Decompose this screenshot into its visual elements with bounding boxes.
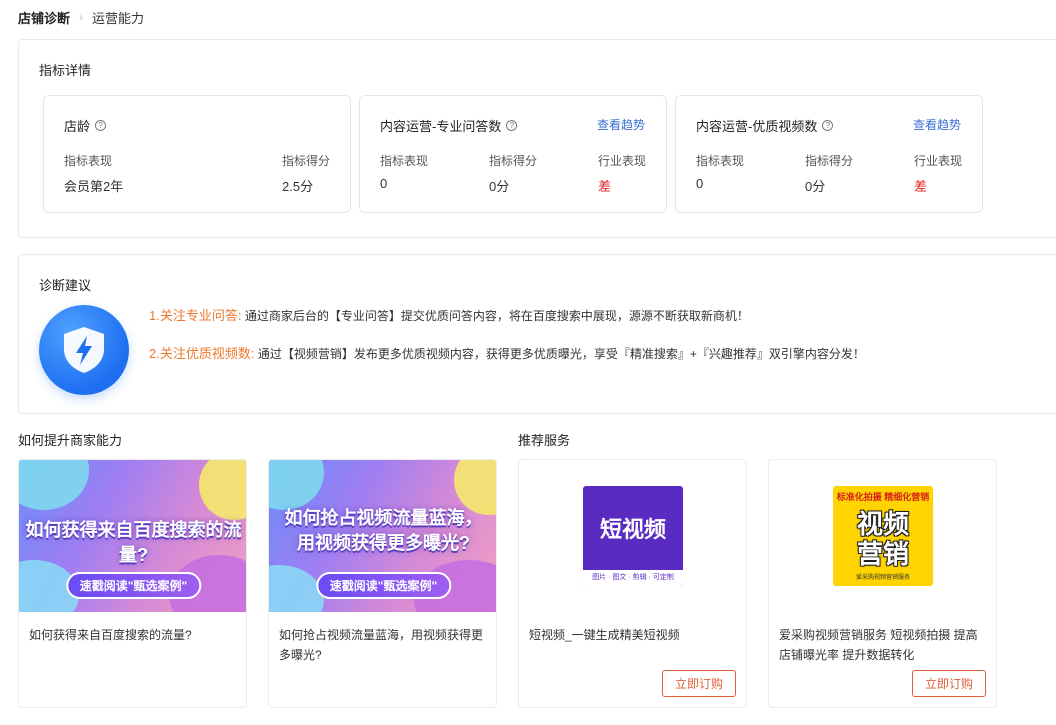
breadcrumb: 店铺诊断 › 运营能力 bbox=[18, 7, 144, 27]
read-case-button[interactable]: 速戳阅读"甄选案例" bbox=[65, 572, 202, 599]
advice-item-text: 通过商家后台的【专业问答】提交优质问答内容，将在百度搜索中展现，源源不断获取新商… bbox=[244, 309, 749, 323]
service-title[interactable]: 短视频_一键生成精美短视频 bbox=[529, 625, 736, 645]
article-title[interactable]: 如何获得来自百度搜索的流量? bbox=[29, 625, 236, 645]
metric-col2-value: 2.5分 bbox=[282, 179, 314, 194]
metric-col1-label: 指标表现 bbox=[696, 154, 745, 168]
metric-card-video-count: 内容运营-优质视频数 ? 查看趋势 指标表现 0 指标得分 0分 行业表现 差 bbox=[675, 95, 983, 213]
article-banner[interactable]: 如何抢占视频流量蓝海， 用视频获得更多曝光? 速戳阅读"甄选案例" bbox=[269, 460, 496, 612]
product-image-bottom: 爱采购视频营销服务 bbox=[855, 575, 910, 581]
metric-col3-label: 行业表现 bbox=[914, 154, 963, 168]
breadcrumb-home[interactable]: 店铺诊断 bbox=[18, 8, 70, 27]
question-circle-icon[interactable]: ? bbox=[506, 120, 518, 131]
service-card: 短视频 图片 · 图文 · 剪辑 · 可定制 短视频_一键生成精美短视频 立即订… bbox=[518, 459, 747, 708]
advice-title: 诊断建议 bbox=[39, 278, 92, 293]
learn-section-title: 如何提升商家能力 bbox=[18, 433, 123, 448]
product-image-title: 短视频 bbox=[599, 517, 666, 542]
metrics-title: 指标详情 bbox=[39, 63, 92, 78]
metric-col2-label: 指标得分 bbox=[282, 154, 331, 168]
article-card[interactable]: 如何抢占视频流量蓝海， 用视频获得更多曝光? 速戳阅读"甄选案例" 如何抢占视频… bbox=[268, 459, 497, 708]
metric-col1-value: 0 bbox=[380, 176, 388, 191]
advice-item: 2.关注优质视频数: 通过【视频营销】发布更多优质视频内容，获得更多优质曝光，享… bbox=[149, 343, 865, 362]
question-circle-icon[interactable]: ? bbox=[822, 120, 834, 131]
metric-col2-label: 指标得分 bbox=[805, 154, 854, 168]
metric-col1-value: 会员第2年 bbox=[64, 179, 124, 194]
metric-name: 内容运营-优质视频数 bbox=[696, 119, 818, 134]
metrics-panel: 指标详情 店龄 ? 指标表现 会员第2年 指标得分 2.5分 内容运营-专业问答… bbox=[18, 39, 1056, 238]
metric-col1-value: 0 bbox=[696, 176, 704, 191]
service-title[interactable]: 爱采购视频营销服务 短视频拍摄 提高店铺曝光率 提升数据转化 bbox=[779, 625, 986, 665]
industry-rating-value: 差 bbox=[598, 179, 612, 194]
metric-name: 内容运营-专业问答数 bbox=[380, 119, 502, 134]
video-marketing-product-image[interactable]: 标准化拍摄 精细化营销 视频 营销 爱采购视频营销服务 bbox=[833, 486, 933, 586]
order-now-button[interactable]: 立即订购 bbox=[662, 670, 736, 697]
metric-col1-label: 指标表现 bbox=[380, 154, 429, 168]
chevron-right-icon: › bbox=[79, 10, 84, 24]
article-banner[interactable]: 如何获得来自百度搜索的流量? 速戳阅读"甄选案例" bbox=[19, 460, 246, 612]
short-video-product-image[interactable]: 短视频 图片 · 图文 · 剪辑 · 可定制 bbox=[583, 486, 683, 586]
article-card[interactable]: 如何获得来自百度搜索的流量? 速戳阅读"甄选案例" 如何获得来自百度搜索的流量? bbox=[18, 459, 247, 708]
metric-name: 店龄 bbox=[64, 119, 91, 134]
industry-rating-value: 差 bbox=[914, 179, 928, 194]
metric-col3-label: 行业表现 bbox=[598, 154, 647, 168]
product-image-line2: 营销 bbox=[856, 539, 909, 569]
advice-panel: 诊断建议 1.关注专业问答: 通过商家后台的【专业问答】提交优质问答内容，将在百… bbox=[18, 254, 1056, 414]
banner-headline-line2: 用视频获得更多曝光? bbox=[297, 533, 470, 553]
shield-lightning-icon bbox=[39, 305, 129, 395]
advice-item-text: 通过【视频营销】发布更多优质视频内容，获得更多优质曝光，享受『精准搜索』+『兴趣… bbox=[257, 347, 865, 361]
product-image-top: 标准化拍摄 精细化营销 bbox=[836, 492, 930, 502]
breadcrumb-current: 运营能力 bbox=[92, 10, 145, 26]
services-section-title: 推荐服务 bbox=[518, 433, 571, 448]
question-circle-icon[interactable]: ? bbox=[95, 120, 107, 131]
metric-col1-label: 指标表现 bbox=[64, 154, 113, 168]
order-now-button[interactable]: 立即订购 bbox=[912, 670, 986, 697]
view-trend-link[interactable]: 查看趋势 bbox=[597, 116, 645, 133]
metric-col2-value: 0分 bbox=[489, 179, 510, 194]
metric-card-qa-count: 内容运营-专业问答数 ? 查看趋势 指标表现 0 指标得分 0分 行业表现 差 bbox=[359, 95, 667, 213]
advice-item-head: 1.关注专业问答: bbox=[149, 308, 242, 323]
metric-col2-value: 0分 bbox=[805, 179, 826, 194]
service-card: 标准化拍摄 精细化营销 视频 营销 爱采购视频营销服务 爱采购视频营销服务 短视… bbox=[768, 459, 997, 708]
metric-col2-label: 指标得分 bbox=[489, 154, 538, 168]
article-title[interactable]: 如何抢占视频流量蓝海，用视频获得更多曝光? bbox=[279, 625, 486, 665]
metric-card-store-age: 店龄 ? 指标表现 会员第2年 指标得分 2.5分 bbox=[43, 95, 351, 213]
view-trend-link[interactable]: 查看趋势 bbox=[913, 116, 961, 133]
banner-headline: 如何获得来自百度搜索的流量? bbox=[25, 520, 242, 565]
banner-headline-line1: 如何抢占视频流量蓝海， bbox=[284, 508, 483, 528]
read-case-button[interactable]: 速戳阅读"甄选案例" bbox=[315, 572, 452, 599]
advice-item-head: 2.关注优质视频数: bbox=[149, 346, 255, 361]
product-image-strip: 图片 · 图文 · 剪辑 · 可定制 bbox=[583, 570, 683, 586]
advice-item: 1.关注专业问答: 通过商家后台的【专业问答】提交优质问答内容，将在百度搜索中展… bbox=[149, 305, 749, 324]
